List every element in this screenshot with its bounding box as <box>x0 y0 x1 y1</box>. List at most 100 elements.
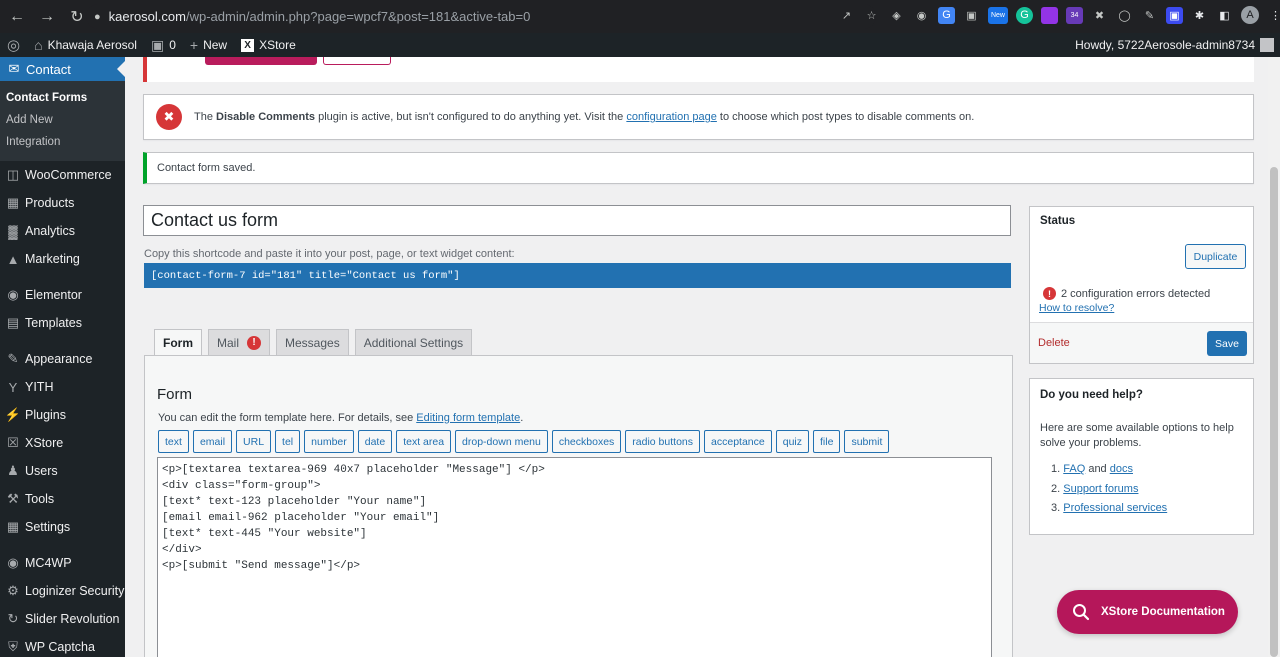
shield-icon: ⛨ <box>8 639 18 654</box>
sidebar-toggle-icon[interactable]: ◧ <box>1216 7 1233 24</box>
menu-wp-captcha[interactable]: ⛨ WP Captcha <box>0 633 125 657</box>
top-notice-primary-button[interactable] <box>205 57 317 65</box>
tag-button-url[interactable]: URL <box>236 430 272 453</box>
save-button[interactable]: Save <box>1207 331 1247 356</box>
back-arrow-icon[interactable]: ← <box>4 4 30 30</box>
share-icon[interactable]: ↗ <box>838 7 855 24</box>
top-notice-secondary-button[interactable] <box>323 57 391 65</box>
tab-additional-settings[interactable]: Additional Settings <box>354 329 473 355</box>
tag-button-quiz[interactable]: quiz <box>775 430 809 453</box>
editor-tabs: Form Mail! Messages Additional Settings <box>154 329 473 356</box>
pen-icon[interactable]: ✎ <box>1141 7 1158 24</box>
menu-contact[interactable]: ✉ Contact <box>0 57 125 81</box>
star-icon[interactable]: ☆ <box>863 7 880 24</box>
menu-appearance[interactable]: ✎ Appearance <box>0 345 125 373</box>
tag-button-file[interactable]: file <box>813 430 841 453</box>
badge-count-icon[interactable]: 34 <box>1066 6 1083 24</box>
form-template-textarea[interactable]: <p>[textarea textarea-969 40x7 placehold… <box>157 457 992 657</box>
status-title: Status <box>1040 215 1076 227</box>
new-extension-icon[interactable]: New <box>988 6 1008 24</box>
menu-loginizer[interactable]: ⚙ Loginizer Security <box>0 577 125 605</box>
menu-settings[interactable]: ▦ Settings <box>0 513 125 541</box>
globe-icon[interactable]: ◉ <box>913 7 930 24</box>
tag-button-checkboxes[interactable]: checkboxes <box>551 430 622 453</box>
menu-slider-revolution[interactable]: ↻ Slider Revolution <box>0 605 125 633</box>
tag-button-email[interactable]: email <box>192 430 233 453</box>
submenu-add-new[interactable]: Add New <box>0 109 125 131</box>
menu-woocommerce[interactable]: ◫ WooCommerce <box>0 161 125 189</box>
profile-avatar[interactable]: A <box>1241 6 1259 24</box>
tag-button-date[interactable]: date <box>357 430 393 453</box>
submenu-contact-forms[interactable]: Contact Forms <box>0 87 125 109</box>
tag-button-radio[interactable]: radio buttons <box>625 430 701 453</box>
submenu-integration[interactable]: Integration <box>0 131 125 153</box>
menu-plugins[interactable]: ⚡ Plugins <box>0 401 125 429</box>
capture-icon[interactable]: ▣ <box>1166 6 1183 24</box>
duplicate-button[interactable]: Duplicate <box>1185 244 1246 269</box>
menu-products[interactable]: ▦ Products <box>0 189 125 217</box>
faq-link[interactable]: FAQ <box>1063 463 1085 475</box>
palette-icon[interactable] <box>1041 6 1058 24</box>
menu-label: Products <box>25 196 75 210</box>
plus-icon: + <box>189 37 199 53</box>
new-content-link[interactable]: + New <box>183 33 234 57</box>
menu-analytics[interactable]: ▓ Analytics <box>0 217 125 245</box>
puzzle-x-icon[interactable]: ✖ <box>1091 7 1108 24</box>
puzzle-icon[interactable]: ✱ <box>1191 7 1208 24</box>
scrollbar-thumb[interactable] <box>1270 167 1278 657</box>
spiral-icon[interactable]: ◯ <box>1116 7 1133 24</box>
extension-icon[interactable]: ◈ <box>888 7 905 24</box>
tag-button-number[interactable]: number <box>304 430 354 453</box>
kebab-menu-icon[interactable]: ⋮ <box>1267 7 1280 24</box>
folder-icon: ▤ <box>6 315 20 330</box>
notice-text: plugin is active, but isn't configured t… <box>315 111 627 123</box>
menu-label: Elementor <box>25 288 82 302</box>
xstore-admin-link[interactable]: X XStore <box>234 33 303 57</box>
my-account-link[interactable]: Howdy, 5722Aerosole-admin8734 <box>1075 33 1280 57</box>
menu-xstore[interactable]: ☒ XStore <box>0 429 125 457</box>
disable-comments-notice: ✖ The Disable Comments plugin is active,… <box>143 94 1254 140</box>
refresh-icon: ↻ <box>7 611 19 626</box>
grammarly-icon[interactable]: G <box>1016 6 1033 24</box>
menu-mc4wp[interactable]: ◉ MC4WP <box>0 549 125 577</box>
menu-users[interactable]: ♟ Users <box>0 457 125 485</box>
translate-icon[interactable]: G <box>938 6 955 24</box>
page-scrollbar[interactable] <box>1268 57 1280 657</box>
menu-elementor[interactable]: ◉ Elementor <box>0 281 125 309</box>
support-forums-link[interactable]: Support forums <box>1063 483 1138 495</box>
menu-yith[interactable]: Y YITH <box>0 373 125 401</box>
wordpress-logo-icon[interactable]: ◎ <box>0 33 27 57</box>
form-title-input[interactable]: Contact us form <box>143 205 1011 236</box>
tag-button-tel[interactable]: tel <box>275 430 301 453</box>
panel-help-text: You can edit the form template here. For… <box>158 412 523 424</box>
menu-marketing[interactable]: ▲ Marketing <box>0 245 125 273</box>
xstore-label: XStore <box>259 38 296 52</box>
site-name: Khawaja Aerosol <box>47 38 137 52</box>
tab-form[interactable]: Form <box>154 329 202 356</box>
menu-label: Analytics <box>25 224 76 238</box>
forward-arrow-icon[interactable]: → <box>34 4 60 30</box>
site-name-link[interactable]: ⌂ Khawaja Aerosol <box>27 33 144 57</box>
professional-services-link[interactable]: Professional services <box>1063 502 1167 514</box>
editing-form-template-link[interactable]: Editing form template <box>416 412 520 424</box>
code-line: [email email-962 placeholder "Your email… <box>162 512 440 524</box>
camera-icon[interactable]: ▣ <box>963 7 980 24</box>
how-to-resolve-link[interactable]: How to resolve? <box>1039 302 1114 314</box>
comments-link[interactable]: ▣ 0 <box>144 33 183 57</box>
configuration-page-link[interactable]: configuration page <box>626 111 717 123</box>
tag-button-textarea[interactable]: text area <box>396 430 452 453</box>
menu-templates[interactable]: ▤ Templates <box>0 309 125 337</box>
tag-button-submit[interactable]: submit <box>844 430 890 453</box>
menu-tools[interactable]: ⚒ Tools <box>0 485 125 513</box>
delete-link[interactable]: Delete <box>1038 337 1070 349</box>
tag-button-dropdown[interactable]: drop-down menu <box>455 430 548 453</box>
tab-messages[interactable]: Messages <box>276 329 349 355</box>
address-bar[interactable]: ● kaerosol.com/wp-admin/admin.php?page=w… <box>86 4 876 29</box>
xstore-documentation-button[interactable]: XStore Documentation <box>1057 590 1238 634</box>
tag-button-text[interactable]: text <box>158 430 189 453</box>
docs-link[interactable]: docs <box>1110 463 1133 475</box>
shortcode-field[interactable]: [contact-form-7 id="181" title="Contact … <box>144 263 1011 288</box>
tag-button-acceptance[interactable]: acceptance <box>704 430 772 453</box>
code-line: [text* text-445 "Your website"] <box>162 528 367 540</box>
tab-mail[interactable]: Mail! <box>208 329 271 355</box>
